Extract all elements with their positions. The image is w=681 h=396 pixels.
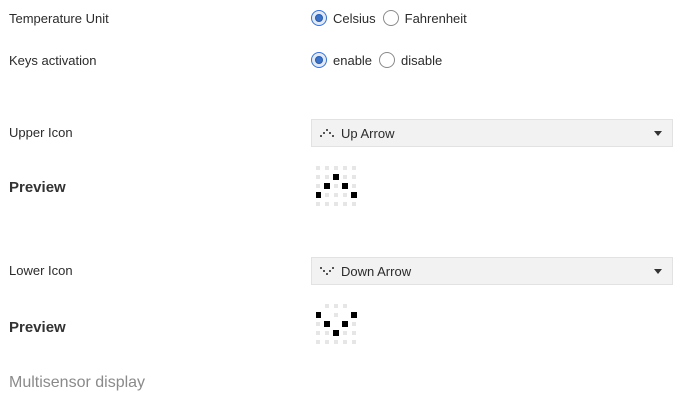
- lower-icon-dropdown[interactable]: Down Arrow: [311, 257, 673, 285]
- radio-enable-label[interactable]: enable: [333, 53, 372, 68]
- radio-fahrenheit-label[interactable]: Fahrenheit: [405, 11, 467, 26]
- up-arrow-grid: [315, 166, 357, 206]
- down-arrow-icon: [315, 304, 364, 357]
- down-arrow-grid: [315, 304, 357, 344]
- upper-preview-label: Preview: [9, 179, 66, 196]
- radio-fahrenheit-indicator[interactable]: [382, 10, 399, 26]
- radio-fahrenheit[interactable]: Fahrenheit: [382, 10, 467, 26]
- down-arrow-mini-icon: [319, 264, 335, 279]
- chevron-down-icon[interactable]: [654, 130, 662, 136]
- radio-enable[interactable]: enable: [311, 52, 372, 68]
- lower-preview-label: Preview: [9, 319, 66, 336]
- upper-icon-dropdown[interactable]: Up Arrow: [311, 119, 673, 147]
- upper-icon-dropdown-value[interactable]: Up Arrow: [341, 126, 654, 141]
- multisensor-display-heading: Multisensor display: [9, 374, 146, 391]
- radio-celsius[interactable]: Celsius: [311, 10, 376, 26]
- upper-icon-label: Upper Icon: [9, 125, 73, 140]
- temperature-unit-radio-group: Celsius Fahrenheit: [311, 10, 474, 26]
- temperature-unit-label: Temperature Unit: [9, 11, 109, 26]
- radio-disable-indicator[interactable]: [379, 52, 396, 68]
- up-arrow-icon: [315, 166, 364, 219]
- radio-disable[interactable]: disable: [379, 52, 442, 68]
- up-arrow-mini-icon: [319, 126, 335, 141]
- settings-page: Temperature Unit Celsius Fahrenheit Keys…: [0, 0, 681, 396]
- radio-disable-label[interactable]: disable: [401, 53, 442, 68]
- radio-enable-indicator[interactable]: [311, 52, 327, 68]
- lower-icon-label: Lower Icon: [9, 263, 73, 278]
- radio-celsius-indicator[interactable]: [311, 10, 327, 26]
- keys-activation-radio-group: enable disable: [311, 52, 449, 68]
- radio-celsius-label[interactable]: Celsius: [333, 11, 376, 26]
- chevron-down-icon[interactable]: [654, 268, 662, 274]
- keys-activation-label: Keys activation: [9, 53, 97, 68]
- lower-icon-dropdown-value[interactable]: Down Arrow: [341, 264, 654, 279]
